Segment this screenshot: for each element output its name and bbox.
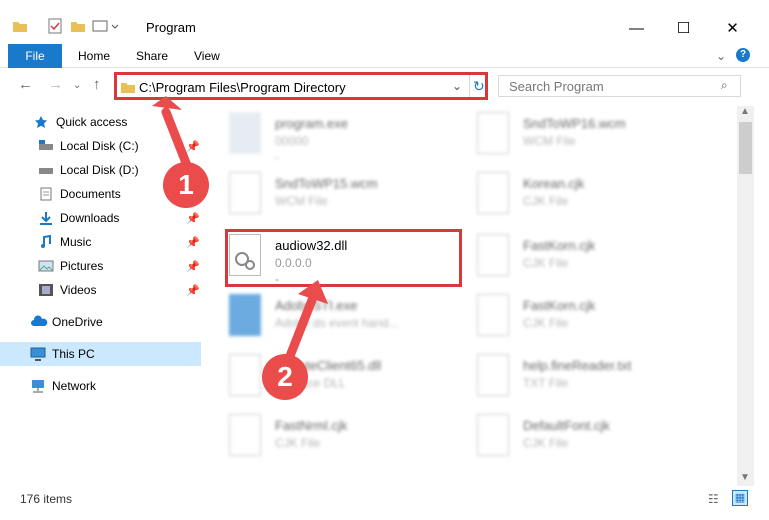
step-badge-2: 2 xyxy=(262,354,308,400)
status-bar: 176 items ☷ ▦ xyxy=(0,490,769,510)
annotation-arrows xyxy=(152,96,328,361)
large-icons-view-icon[interactable]: ▦ xyxy=(732,490,748,506)
item-count: 176 items xyxy=(20,492,73,506)
scroll-down-icon[interactable]: ▼ xyxy=(740,472,750,483)
details-view-icon[interactable]: ☷ xyxy=(708,492,719,506)
scroll-up-icon[interactable]: ▲ xyxy=(740,106,750,117)
vertical-scrollbar[interactable]: ▲ ▼ xyxy=(737,106,754,486)
scrollbar-thumb[interactable] xyxy=(739,122,752,174)
step-badge-1: 1 xyxy=(163,162,209,208)
